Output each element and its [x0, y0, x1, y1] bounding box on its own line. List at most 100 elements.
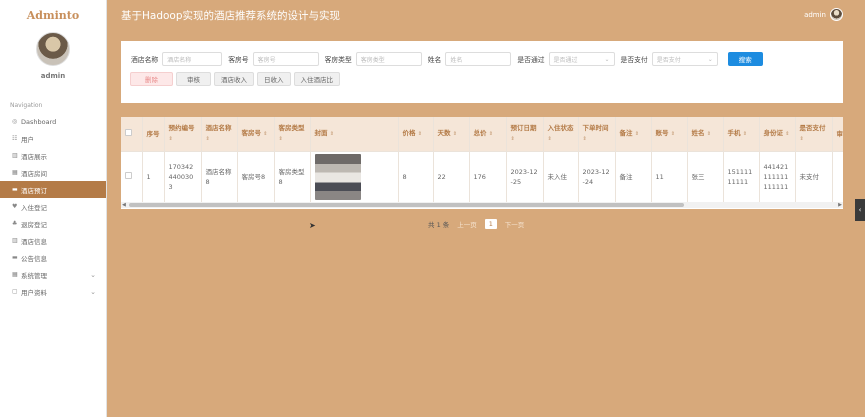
sort-icon[interactable]: ⇕ [279, 136, 283, 142]
top-username: admin [804, 10, 826, 19]
info-icon: ▥ [12, 237, 18, 244]
sort-icon[interactable]: ⇕ [418, 131, 422, 137]
col-days[interactable]: 天数 ⇕ [433, 117, 470, 152]
checkin-ratio-button[interactable]: 入住酒店比 [293, 72, 340, 86]
approved-select-value: 是否通过 [553, 56, 578, 64]
avatar[interactable] [36, 32, 70, 66]
sort-icon[interactable]: ⇕ [635, 131, 639, 137]
nav-list: ◎ Dashboard ☷ 用户 ▥ 酒店展示 ▦ 酒店房间 ▬ 酒店预订 ♥ 入住登记 ♣ 退房登记 ▥ 酒… [0, 113, 106, 300]
cell-order-time: 2023-12-24 [578, 151, 616, 204]
sort-icon[interactable]: ⇕ [707, 131, 711, 137]
cell-name: 张三 [687, 151, 724, 204]
col-remark[interactable]: 备注 ⇕ [615, 117, 652, 152]
col-room-type[interactable]: 客房类型 ⇕ [274, 117, 311, 152]
approved-select[interactable]: 是否通过 ⌄ [548, 52, 615, 66]
avatar[interactable] [830, 8, 843, 21]
sidebar-item-2[interactable]: ▥ 酒店展示 [0, 147, 106, 164]
col-id-card[interactable]: 身份证 ⇕ [759, 117, 796, 152]
sort-icon[interactable]: ⇕ [330, 131, 334, 137]
select-all-checkbox[interactable] [125, 128, 132, 136]
sort-icon[interactable]: ⇕ [583, 136, 587, 142]
col-phone[interactable]: 手机 ⇕ [723, 117, 760, 152]
sidebar-item-6[interactable]: ♣ 退房登记 [0, 215, 106, 232]
sidebar-item-label: 退房登记 [21, 220, 47, 229]
app-logo[interactable]: Adminto [0, 0, 106, 30]
sort-icon[interactable]: ⇕ [743, 131, 747, 137]
scrollbar-thumb[interactable] [129, 203, 684, 207]
pagination: 共 1 条 上一页 1 下一页 [428, 219, 524, 229]
sidebar-item-3[interactable]: ▦ 酒店房间 [0, 164, 106, 181]
row-checkbox[interactable] [125, 172, 132, 179]
sort-icon[interactable]: ⇕ [671, 131, 675, 137]
sidebar-item-0[interactable]: ◎ Dashboard [0, 113, 106, 130]
cover-image[interactable] [314, 154, 361, 200]
mouse-cursor-icon: ➤ [309, 221, 316, 230]
cell-room-no: 客房号8 [237, 151, 275, 204]
sort-icon[interactable]: ⇕ [785, 131, 789, 137]
checkin-icon: ♥ [12, 203, 18, 210]
checkout-icon: ♣ [12, 220, 18, 227]
sidebar-item-5[interactable]: ♥ 入住登记 [0, 198, 106, 215]
row-select-cell[interactable] [121, 151, 143, 204]
prev-page-button[interactable]: 上一页 [457, 219, 477, 229]
chevron-left-icon[interactable]: ‹ [855, 199, 865, 221]
sort-icon[interactable]: ⇕ [800, 136, 804, 142]
paid-select-value: 是否支付 [656, 56, 681, 64]
col-total[interactable]: 总价 ⇕ [469, 117, 507, 152]
dashboard-icon: ◎ [12, 118, 18, 125]
topbar: 基于Hadoop实现的酒店推荐系统的设计与实现 admin [107, 0, 865, 30]
booking-icon: ▬ [12, 186, 18, 193]
paid-label: 是否支付 [620, 56, 648, 64]
col-room-no[interactable]: 客房号 ⇕ [237, 117, 275, 152]
search-button[interactable]: 搜索 [727, 52, 763, 66]
sidebar-item-7[interactable]: ▥ 酒店信息 [0, 232, 106, 249]
col-account[interactable]: 账号 ⇕ [651, 117, 688, 152]
col-name[interactable]: 姓名 ⇕ [687, 117, 724, 152]
col-audit[interactable]: 审核 [832, 117, 843, 152]
sidebar-item-10[interactable]: ▢ 用户资料 ⌄ [0, 283, 106, 300]
scroll-right-icon[interactable]: ▶ [838, 202, 842, 208]
next-page-button[interactable]: 下一页 [505, 219, 525, 229]
cell-booking-no: 1703424400303 [164, 151, 202, 204]
col-hotel-name[interactable]: 酒店名称 ⇕ [201, 117, 238, 152]
sort-icon[interactable]: ⇕ [548, 136, 552, 142]
room-type-input[interactable]: 客房类型 [355, 52, 422, 66]
table-row[interactable]: 1 1703424400303 酒店名称8 客房号8 客房类型8 8 22 17… [121, 151, 843, 204]
col-booking-no[interactable]: 预约编号 ⇕ [164, 117, 202, 152]
sort-icon[interactable]: ⇕ [206, 136, 210, 142]
search-fields: 酒店名称 酒店名称 客房号 客房号 客房类型 客房类型 姓名 姓名 是否通过 是… [131, 52, 763, 66]
sort-icon[interactable]: ⇕ [263, 131, 267, 137]
col-price[interactable]: 价格 ⇕ [398, 117, 434, 152]
col-paid[interactable]: 是否支付 ⇕ [795, 117, 833, 152]
col-checkin-status[interactable]: 入住状态 ⇕ [543, 117, 579, 152]
delete-button[interactable]: 删除 [130, 72, 173, 86]
audit-button[interactable]: 审核 [176, 72, 211, 86]
daily-income-button[interactable]: 日收入 [257, 72, 291, 86]
nav-heading: Navigation [10, 102, 43, 109]
sort-icon[interactable]: ⇕ [453, 131, 457, 137]
sort-icon[interactable]: ⇕ [169, 136, 173, 142]
sidebar-item-label: 酒店展示 [21, 152, 47, 161]
sort-icon[interactable]: ⇕ [511, 136, 515, 142]
scroll-left-icon[interactable]: ◀ [122, 202, 126, 208]
col-order-time[interactable]: 下单时间 ⇕ [578, 117, 616, 152]
paid-select[interactable]: 是否支付 ⌄ [651, 52, 718, 66]
sidebar-item-8[interactable]: ▬ 公告信息 [0, 249, 106, 266]
col-booking-date[interactable]: 预订日期 ⇕ [506, 117, 544, 152]
col-cover[interactable]: 封面 ⇕ [310, 117, 399, 152]
sidebar-item-4[interactable]: ▬ 酒店预订 [0, 181, 106, 198]
sort-icon[interactable]: ⇕ [489, 131, 493, 137]
hotel-income-button[interactable]: 酒店收入 [214, 72, 254, 86]
room-no-input[interactable]: 客房号 [252, 52, 319, 66]
sidebar-item-9[interactable]: ▦ 系统管理 ⌄ [0, 266, 106, 283]
select-all-cell[interactable] [121, 117, 143, 152]
current-page[interactable]: 1 [484, 219, 497, 229]
sidebar-item-label: Dashboard [21, 117, 57, 126]
hotel-name-input[interactable]: 酒店名称 [162, 52, 223, 66]
sidebar-item-1[interactable]: ☷ 用户 [0, 130, 106, 147]
col-index[interactable]: 序号 [142, 117, 165, 152]
table-scrollbar[interactable]: ◀ ▶ [121, 202, 843, 208]
cell-days: 22 [433, 151, 470, 204]
top-user-menu[interactable]: admin [804, 8, 843, 21]
name-input[interactable]: 姓名 [445, 52, 512, 66]
